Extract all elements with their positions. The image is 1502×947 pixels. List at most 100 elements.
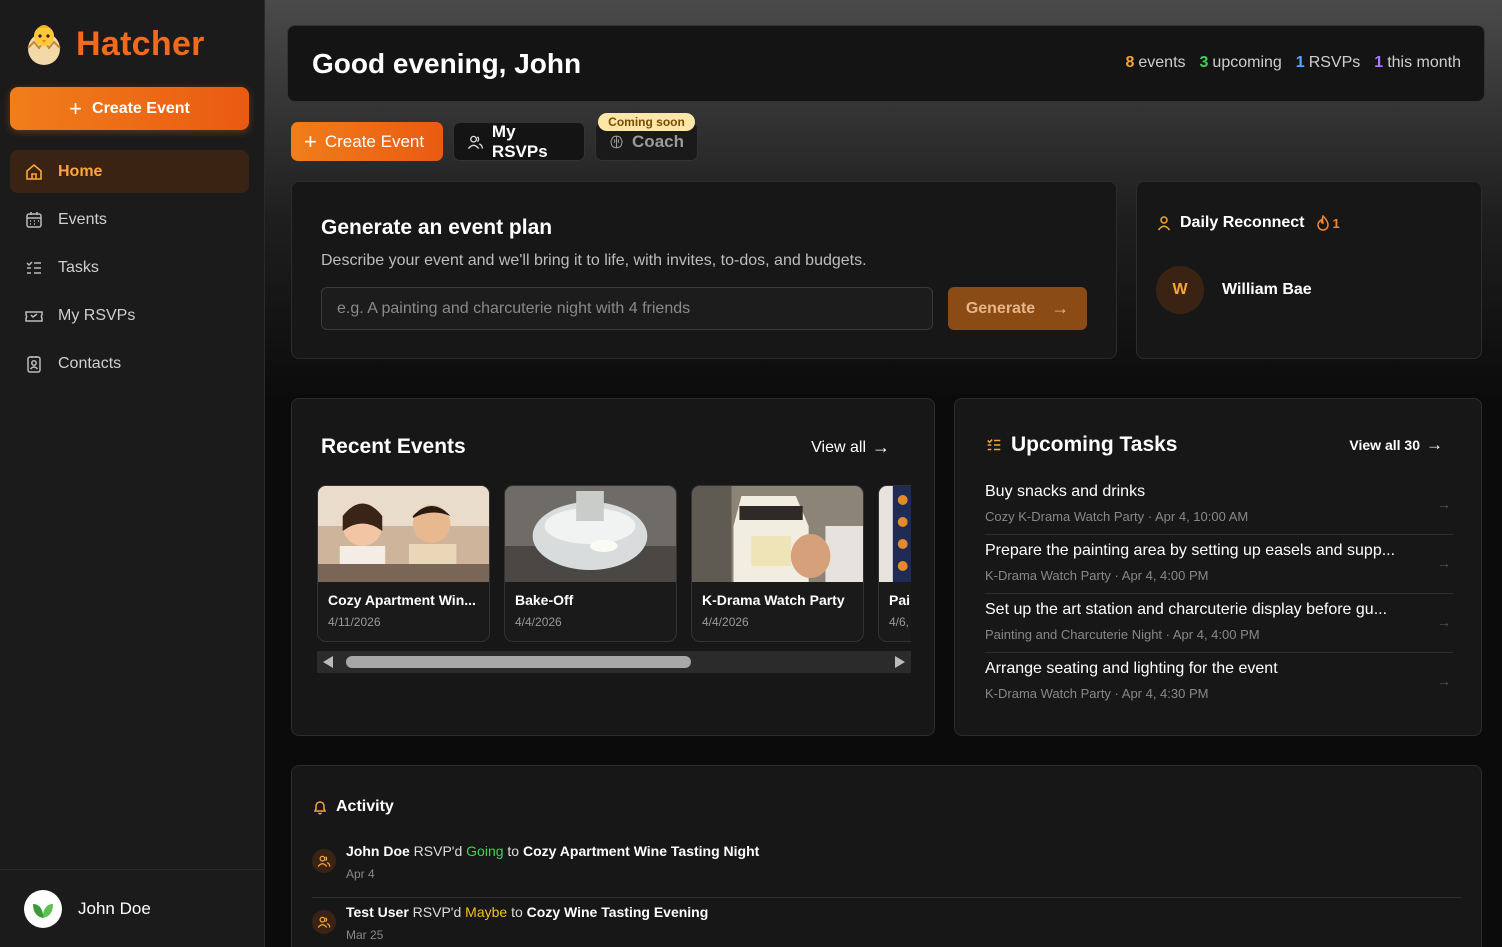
sidebar-item-tasks[interactable]: Tasks [10,246,249,289]
task-meta: Painting and Charcuterie Night · Apr 4, … [985,627,1260,642]
activity-prep: to [511,904,523,920]
task-item[interactable]: Set up the art station and charcuterie d… [985,594,1453,653]
view-all-label: View all 30 [1349,437,1420,453]
brand-name: Hatcher [76,24,205,63]
reconnect-contact[interactable]: W William Bae [1156,266,1312,314]
create-event-button[interactable]: + Create Event [291,122,443,161]
hatching-chick-logo-icon [27,25,61,65]
sidebar-item-contacts[interactable]: Contacts [10,342,249,385]
task-meta: K-Drama Watch Party · Apr 4, 4:00 PM [985,568,1209,583]
task-title: Arrange seating and lighting for the eve… [985,660,1278,677]
daily-reconnect-header: Daily Reconnect 1 [1156,214,1340,232]
activity-date: Mar 25 [346,928,384,942]
greeting-header: Good evening, John 8 events 3 upcoming 1 RS… [287,25,1485,102]
activity-text: Test User RSVP'd Maybe to Cozy Wine Tast… [346,904,708,920]
plus-icon: + [69,95,83,121]
list-icon [987,439,1001,451]
generate-label: Generate [965,299,1036,317]
recent-events-title: Recent Events [321,435,466,458]
event-name: Cozy Apartment Win... [328,592,476,608]
activity-item[interactable]: Test User RSVP'd Maybe to Cozy Wine Tast… [312,898,1462,947]
activity-prep: to [507,843,520,859]
scroll-left-icon[interactable] [323,656,333,668]
streak-count: 1 [1332,215,1340,231]
generate-button[interactable]: Generate → [948,287,1087,330]
stat-count: 1 [1295,54,1305,71]
activity-event: Cozy Apartment Wine Tasting Night [522,843,760,859]
event-card[interactable]: Cozy Apartment Win... 4/11/2026 [317,485,490,642]
task-item[interactable]: Arrange seating and lighting for the eve… [985,653,1453,712]
plus-icon: + [304,128,317,154]
scrollbar-thumb[interactable] [346,656,691,668]
page-title: Good evening, John [312,48,582,79]
contact-icon [27,355,41,373]
stat-count: 8 [1125,54,1135,71]
arrow-right-icon: → [1437,614,1451,630]
my-rsvps-button[interactable]: My RSVPs [453,122,585,161]
event-date: 4/4/2026 [702,615,749,629]
people-icon [312,849,336,873]
sidebar-item-my-rsvps[interactable]: My RSVPs [10,294,249,337]
plan-description: Describe your event and we'll bring it t… [321,252,867,269]
daily-reconnect-title: Daily Reconnect [1180,214,1305,231]
sidebar-item-label: Events [58,210,107,228]
coming-soon-badge: Coming soon [598,113,695,131]
stat-label: events [1138,54,1186,71]
leaf-icon [33,903,53,918]
sidebar-user[interactable]: John Doe [0,869,264,947]
event-plan-generator: Generate an event plan Describe your eve… [291,181,1117,359]
task-item[interactable]: Prepare the painting area by setting up … [985,535,1453,594]
upcoming-tasks-title: Upcoming Tasks [1011,433,1178,456]
brand[interactable]: Hatcher [24,22,205,66]
recent-events-list: Cozy Apartment Win... 4/11/2026 Bake-Off… [317,485,911,643]
sidebar: Hatcher + Create Event Home Events Tasks… [0,0,265,947]
recent-events-card: Recent Events View all → Cozy Apartment … [291,398,935,736]
event-card[interactable]: K-Drama Watch Party 4/4/2026 [691,485,864,642]
list-icon [26,260,41,274]
rsvp-status: Going [466,843,504,859]
arrow-right-icon: → [1051,298,1070,318]
tasks-header: Upcoming Tasks [985,433,1177,457]
stat-label: this month [1387,54,1461,71]
daily-reconnect-card: Daily Reconnect 1 W William Bae [1136,181,1482,359]
event-date: 4/4/2026 [515,615,562,629]
activity-user: Test User [346,904,409,920]
event-name: Bake-Off [515,592,574,608]
arrow-right-icon: → [1437,673,1451,689]
stat-count: 3 [1199,54,1209,71]
arrow-right-icon: → [1437,496,1451,512]
event-date: 4/11/2026 [328,615,381,629]
events-scrollbar[interactable] [317,651,911,673]
stat-rsvps: 1 RSVPs [1296,54,1360,72]
coach-label: Coach [632,131,684,151]
view-all-events-link[interactable]: View all → [811,437,890,458]
activity-item[interactable]: John Doe RSVP'd Going to Cozy Apartment … [312,837,1462,898]
sidebar-item-label: Contacts [58,354,122,372]
task-item[interactable]: Buy snacks and drinks Cozy K-Drama Watch… [985,476,1453,535]
event-photo [692,486,863,582]
event-card[interactable]: Bake-Off 4/4/2026 [504,485,677,642]
sidebar-item-events[interactable]: Events [10,198,249,241]
sidebar-create-event-button[interactable]: + Create Event [10,87,249,130]
sidebar-item-home[interactable]: Home [10,150,249,193]
scroll-right-icon[interactable] [895,656,905,668]
view-all-tasks-link[interactable]: View all 30 → [1349,435,1443,455]
event-photo [318,486,489,582]
sidebar-item-label: Home [58,162,103,180]
sidebar-item-label: Tasks [58,258,99,276]
event-card[interactable]: Pai 4/6, [878,485,911,642]
ticket-icon [25,310,43,322]
stat-label: RSVPs [1308,54,1361,71]
activity-user: John Doe [346,843,410,859]
activity-verb: RSVP'd [413,843,463,859]
stats-summary: 8 events 3 upcoming 1 RSVPs 1 this month [1125,54,1461,72]
sidebar-item-label: My RSVPs [58,306,136,324]
event-description-input[interactable] [321,287,933,330]
event-name: Pai [889,592,911,608]
stat-label: upcoming [1212,54,1282,71]
stat-upcoming: 3 upcoming [1200,54,1282,72]
stat-count: 1 [1374,54,1384,71]
activity-title: Activity [336,798,394,815]
streak-badge: 1 [1316,215,1340,231]
home-icon [26,163,42,180]
